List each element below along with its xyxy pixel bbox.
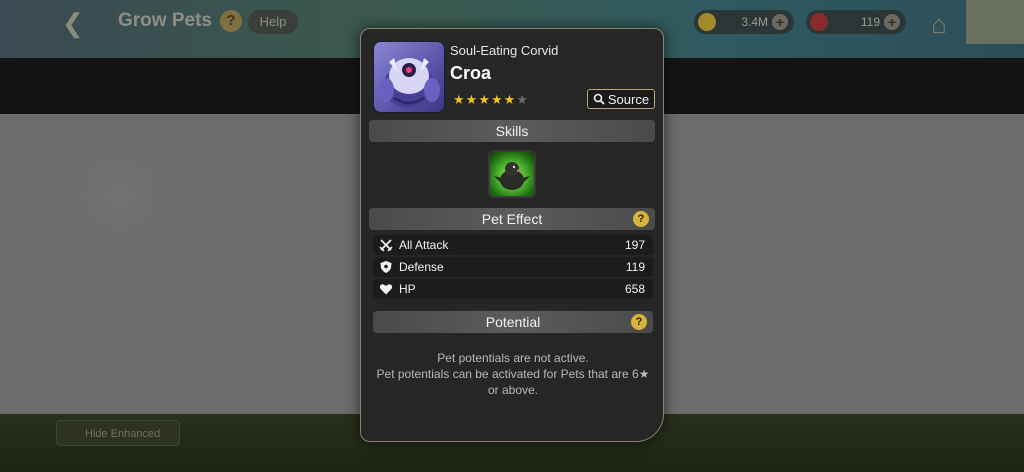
- source-label: Source: [607, 91, 650, 107]
- potential-header: Potential ?: [373, 311, 653, 333]
- star-icon: ★: [490, 92, 503, 107]
- potential-help-icon[interactable]: ?: [631, 314, 647, 330]
- skills-header: Skills: [369, 120, 655, 142]
- pet-species: Soul-Eating Corvid: [450, 43, 559, 58]
- menu-corner[interactable]: [966, 0, 1024, 44]
- shield-icon: [380, 261, 392, 273]
- pet-name: Croa: [450, 63, 492, 83]
- hide-enhanced-button[interactable]: Hide Enhanced: [56, 420, 180, 446]
- home-icon[interactable]: ⌂: [922, 8, 956, 40]
- pet-effect-header: Pet Effect ?: [369, 208, 655, 230]
- back-arrow-icon[interactable]: ❮: [62, 8, 98, 38]
- corvid-portrait-icon: [378, 58, 440, 108]
- star-rating: ★ ★ ★ ★ ★ ★: [453, 93, 528, 107]
- star-icon: ★: [478, 92, 490, 107]
- pet-effect-help-icon[interactable]: ?: [633, 211, 649, 227]
- skill-slot[interactable]: [488, 150, 536, 198]
- stat-row-hp: HP 658: [373, 279, 653, 299]
- screen-title: Grow Pets: [118, 10, 212, 31]
- gold-coin-icon: [698, 13, 716, 31]
- crow-skill-icon: [494, 162, 530, 190]
- help-button[interactable]: Help: [248, 10, 298, 34]
- heart-icon: [379, 284, 393, 295]
- source-button[interactable]: Source: [587, 89, 655, 109]
- question-icon[interactable]: ?: [220, 10, 242, 32]
- pet-portrait: [373, 41, 445, 113]
- star-icon: ★: [465, 92, 478, 107]
- star-icon: ★: [453, 92, 465, 107]
- stat-row-all-attack: All Attack 197: [373, 235, 653, 255]
- gem-icon: [810, 13, 828, 31]
- potential-message-line1: Pet potentials are not active.: [437, 351, 589, 365]
- gem-currency: 119 +: [806, 10, 906, 34]
- gold-currency: 3.4M +: [694, 10, 794, 34]
- potential-message-line3: or above.: [487, 383, 539, 397]
- add-gold-button[interactable]: +: [772, 14, 788, 30]
- pet-info-popup: Soul-Eating Corvid Croa ★ ★ ★ ★ ★ ★ Sour…: [360, 28, 664, 442]
- potential-message-line2: Pet potentials can be activated for Pets…: [376, 367, 650, 381]
- crossed-swords-icon: [379, 239, 393, 252]
- add-gem-button[interactable]: +: [884, 14, 900, 30]
- empty-star-icon: ★: [516, 92, 528, 107]
- stat-row-defense: Defense 119: [373, 257, 653, 277]
- magnifier-icon: [593, 93, 605, 105]
- star-icon: ★: [503, 92, 516, 107]
